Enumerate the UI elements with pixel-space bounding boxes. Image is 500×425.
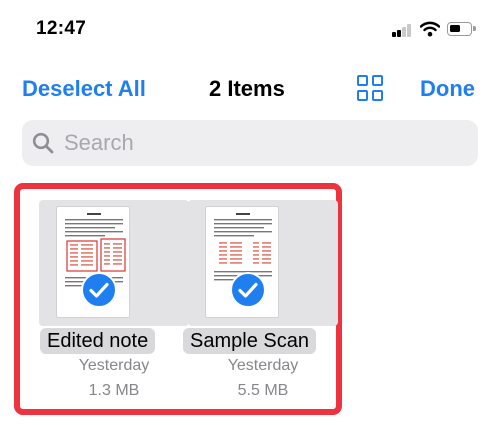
grid-view-icon[interactable]	[357, 75, 383, 101]
wifi-icon	[420, 21, 440, 37]
file-name: Edited note	[40, 328, 156, 354]
file-date: Yesterday	[227, 357, 299, 374]
search-icon	[32, 132, 54, 154]
checkmark-icon	[230, 272, 266, 308]
checkmark-icon	[81, 272, 117, 308]
search-bar[interactable]	[22, 120, 478, 166]
deselect-all-button[interactable]: Deselect All	[22, 76, 146, 102]
file-thumbnail[interactable]	[188, 200, 338, 326]
file-date: Yesterday	[78, 357, 150, 374]
cellular-signal-icon	[392, 24, 412, 37]
battery-icon	[447, 22, 476, 36]
file-item-edited-note[interactable]: Edited note Yesterday 1.3 MB	[39, 200, 189, 400]
status-bar: 12:47	[0, 0, 500, 54]
page-title: 2 Items	[209, 76, 285, 101]
done-button[interactable]: Done	[420, 76, 475, 102]
file-name: Sample Scan	[183, 328, 316, 354]
file-size: 1.3 MB	[88, 382, 140, 399]
status-time: 12:47	[36, 18, 87, 39]
file-item-sample-scan[interactable]: Sample Scan Yesterday 5.5 MB	[183, 200, 338, 400]
file-thumbnail[interactable]	[39, 200, 189, 326]
search-input[interactable]	[64, 120, 464, 166]
file-size: 5.5 MB	[237, 382, 289, 399]
